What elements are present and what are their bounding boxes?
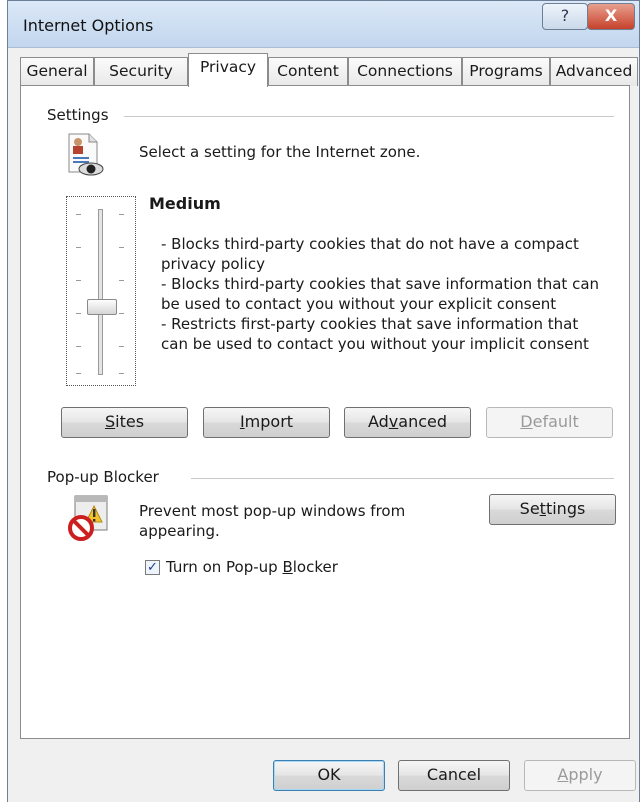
popup-blocker-icon <box>67 494 111 542</box>
access-key: B <box>282 558 293 576</box>
popup-description: Prevent most pop-up windows from appeari… <box>139 501 405 541</box>
popup-divider <box>191 478 614 479</box>
access-key: D <box>520 412 533 431</box>
privacy-level-description: - Blocks third-party cookies that do not… <box>161 234 621 354</box>
description-line: be used to contact you without your expl… <box>161 295 557 313</box>
tab-label: Privacy <box>199 58 257 76</box>
button-label: efault <box>532 412 579 431</box>
button-label: Ad <box>367 412 389 431</box>
privacy-level-title: Medium <box>149 194 221 213</box>
button-label: anced <box>398 412 448 431</box>
tab-connections[interactable]: Connections <box>348 57 462 86</box>
description-line: can be used to contact you without your … <box>161 335 589 353</box>
popup-description-line: appearing. <box>139 522 220 540</box>
tab-general[interactable]: General <box>20 57 94 86</box>
close-icon: X <box>604 6 618 25</box>
slider-track <box>98 209 103 375</box>
help-button[interactable]: ? <box>542 3 588 30</box>
access-key: S <box>104 412 116 431</box>
slider-tick <box>119 313 124 314</box>
sites-button[interactable]: Sites <box>61 407 188 438</box>
button-label: tings <box>545 499 586 518</box>
help-icon: ? <box>560 6 570 25</box>
slider-thumb[interactable] <box>87 298 117 315</box>
ok-button[interactable]: OK <box>273 760 385 791</box>
tab-label: Security <box>109 62 173 80</box>
button-label: Cancel <box>426 765 482 784</box>
tab-privacy[interactable]: Privacy <box>188 53 268 87</box>
button-label: Se <box>519 499 540 518</box>
button-label: ites <box>115 412 145 431</box>
privacy-zone-icon <box>65 132 105 178</box>
slider-tick <box>76 280 81 281</box>
cancel-button[interactable]: Cancel <box>398 760 510 791</box>
slider-tick <box>76 247 81 248</box>
tab-programs[interactable]: Programs <box>462 57 550 86</box>
check-icon: ✓ <box>147 560 158 575</box>
slider-tick <box>119 280 124 281</box>
internet-options-dialog: Internet Options ? X General Security Pr… <box>7 0 640 802</box>
tab-label: General <box>26 62 88 80</box>
privacy-panel: Settings Select a setting for the Intern… <box>20 85 630 739</box>
slider-tick <box>119 373 124 374</box>
checkbox-label: Turn on Pop-up <box>166 558 283 576</box>
tab-advanced[interactable]: Advanced <box>550 57 638 86</box>
tab-security[interactable]: Security <box>94 57 188 86</box>
slider-tick <box>76 373 81 374</box>
tab-label: Content <box>277 62 339 80</box>
slider-tick <box>76 313 81 314</box>
tab-label: Connections <box>357 62 453 80</box>
description-line: - Blocks third-party cookies that save i… <box>161 275 600 293</box>
window-title: Internet Options <box>23 16 154 35</box>
popup-description-line: Prevent most pop-up windows from <box>139 502 406 520</box>
slider-tick <box>76 214 81 215</box>
title-bar[interactable]: Internet Options ? X <box>8 1 639 48</box>
popup-blocker-checkbox-label[interactable]: Turn on Pop-up Blocker <box>166 557 338 577</box>
popup-group-label: Pop-up Blocker <box>47 468 159 486</box>
default-button[interactable]: Default <box>486 407 613 438</box>
slider-tick <box>119 346 124 347</box>
advanced-button[interactable]: Advanced <box>344 407 471 438</box>
slider-tick <box>119 247 124 248</box>
tab-label: Programs <box>469 62 543 80</box>
settings-group-label: Settings <box>47 106 109 124</box>
button-label: mport <box>244 412 294 431</box>
import-button[interactable]: Import <box>203 407 330 438</box>
description-line: - Restricts first-party cookies that sav… <box>161 315 579 333</box>
apply-button[interactable]: Apply <box>524 760 636 791</box>
popup-settings-button[interactable]: Settings <box>489 494 616 525</box>
privacy-level-slider[interactable] <box>66 196 136 386</box>
slider-tick <box>76 346 81 347</box>
access-key: v <box>388 412 399 431</box>
checkbox-label: locker <box>292 558 338 576</box>
slider-tick <box>119 214 124 215</box>
close-button[interactable]: X <box>587 3 635 30</box>
access-key: A <box>557 765 569 784</box>
description-line: - Blocks third-party cookies that do not… <box>161 235 579 253</box>
zone-instruction: Select a setting for the Internet zone. <box>139 143 421 161</box>
popup-blocker-checkbox[interactable]: ✓ <box>145 560 160 575</box>
button-label: OK <box>317 765 341 784</box>
settings-divider <box>124 116 614 117</box>
tab-content[interactable]: Content <box>268 57 348 86</box>
description-line: privacy policy <box>161 255 265 273</box>
button-label: pply <box>568 765 603 784</box>
tab-label: Advanced <box>555 62 633 80</box>
